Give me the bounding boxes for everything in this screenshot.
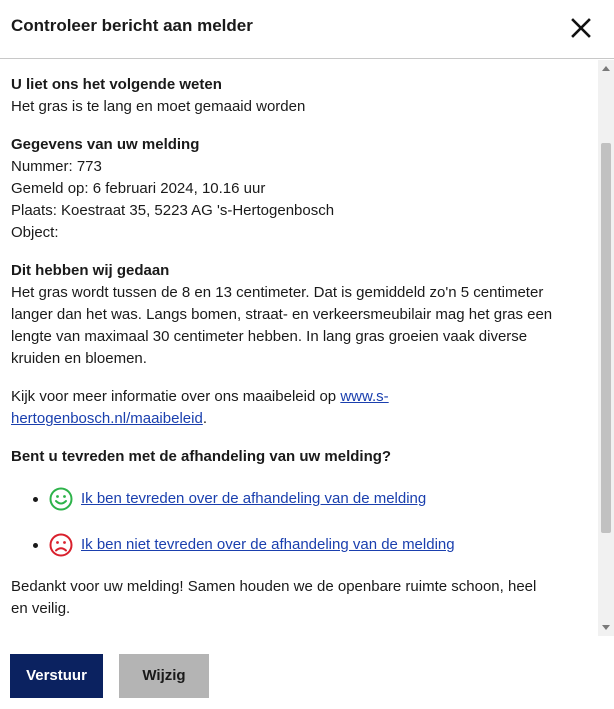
closing-section: Bedankt voor uw melding! Samen houden we… bbox=[11, 576, 596, 620]
unsatisfied-link[interactable]: Ik ben niet tevreden over de afhandeling… bbox=[81, 534, 455, 556]
action-text-line: kruiden en bloemen. bbox=[11, 350, 147, 367]
info-line-2: hertogenbosch.nl/maaibeleid. bbox=[11, 408, 596, 430]
scrollbar-thumb[interactable] bbox=[601, 143, 611, 533]
dialog-header: Controleer bericht aan melder bbox=[0, 0, 614, 59]
survey-section: Bent u tevreden met de afhandeling van u… bbox=[11, 446, 596, 468]
action-text-line: Het gras wordt tussen de 8 en 13 centime… bbox=[11, 284, 544, 301]
report-object: Object: bbox=[11, 224, 59, 241]
submit-button[interactable]: Verstuur bbox=[10, 654, 103, 698]
edit-button[interactable]: Wijzig bbox=[119, 654, 209, 698]
report-heading: Gegevens van uw melding bbox=[11, 136, 200, 153]
action-section: Dit hebben wij gedaan Het gras wordt tus… bbox=[11, 260, 596, 370]
dialog-title: Controleer bericht aan melder bbox=[11, 16, 253, 35]
survey-option-satisfied: Ik ben tevreden over de afhandeling van … bbox=[11, 484, 596, 514]
action-heading: Dit hebben wij gedaan bbox=[11, 262, 170, 279]
dialog-body[interactable]: U liet ons het volgende weten Het gras i… bbox=[0, 60, 614, 636]
closing-line-2: en veilig. bbox=[11, 600, 71, 617]
sad-smiley-icon bbox=[49, 533, 73, 557]
close-icon bbox=[571, 18, 591, 38]
message-check-dialog: Controleer bericht aan melder U liet ons… bbox=[0, 0, 614, 709]
action-text-line: lengte van maximaal 30 centimeter hebben… bbox=[11, 328, 528, 345]
closing-line-1: Bedankt voor uw melding! Samen houden we… bbox=[11, 578, 537, 595]
info-section: Kijk voor meer informatie over ons maaib… bbox=[11, 386, 596, 430]
message-section: U liet ons het volgende weten Het gras i… bbox=[11, 74, 596, 118]
survey-option-unsatisfied: Ik ben niet tevreden over de afhandeling… bbox=[11, 530, 596, 560]
close-button[interactable] bbox=[569, 16, 593, 40]
report-date: Gemeld op: 6 februari 2024, 10.16 uur bbox=[11, 180, 266, 197]
happy-smiley-icon bbox=[49, 487, 73, 511]
message-text: Het gras is te lang en moet gemaaid word… bbox=[11, 98, 306, 115]
scroll-down-arrow-icon[interactable] bbox=[602, 625, 610, 630]
scroll-up-arrow-icon[interactable] bbox=[602, 66, 610, 71]
report-number: Nummer: 773 bbox=[11, 158, 102, 175]
info-prefix: Kijk voor meer informatie over ons maaib… bbox=[11, 388, 341, 405]
message-heading: U liet ons het volgende weten bbox=[11, 76, 222, 93]
maaibeleid-link-part2[interactable]: hertogenbosch.nl/maaibeleid bbox=[11, 410, 203, 427]
info-suffix: . bbox=[202, 410, 207, 427]
list-bullet bbox=[33, 497, 38, 502]
survey-question: Bent u tevreden met de afhandeling van u… bbox=[11, 448, 392, 465]
maaibeleid-link-part1[interactable]: www.s- bbox=[340, 388, 388, 405]
list-bullet bbox=[33, 543, 38, 548]
report-location: Plaats: Koestraat 35, 5223 AG 's-Hertoge… bbox=[11, 202, 335, 219]
info-line-1: Kijk voor meer informatie over ons maaib… bbox=[11, 386, 596, 408]
report-section: Gegevens van uw melding Nummer: 773 Geme… bbox=[11, 134, 596, 244]
action-text-line: langer dan het was. Langs bomen, straat-… bbox=[11, 306, 553, 323]
vertical-scrollbar[interactable] bbox=[598, 60, 614, 636]
satisfied-link[interactable]: Ik ben tevreden over de afhandeling van … bbox=[81, 488, 426, 510]
